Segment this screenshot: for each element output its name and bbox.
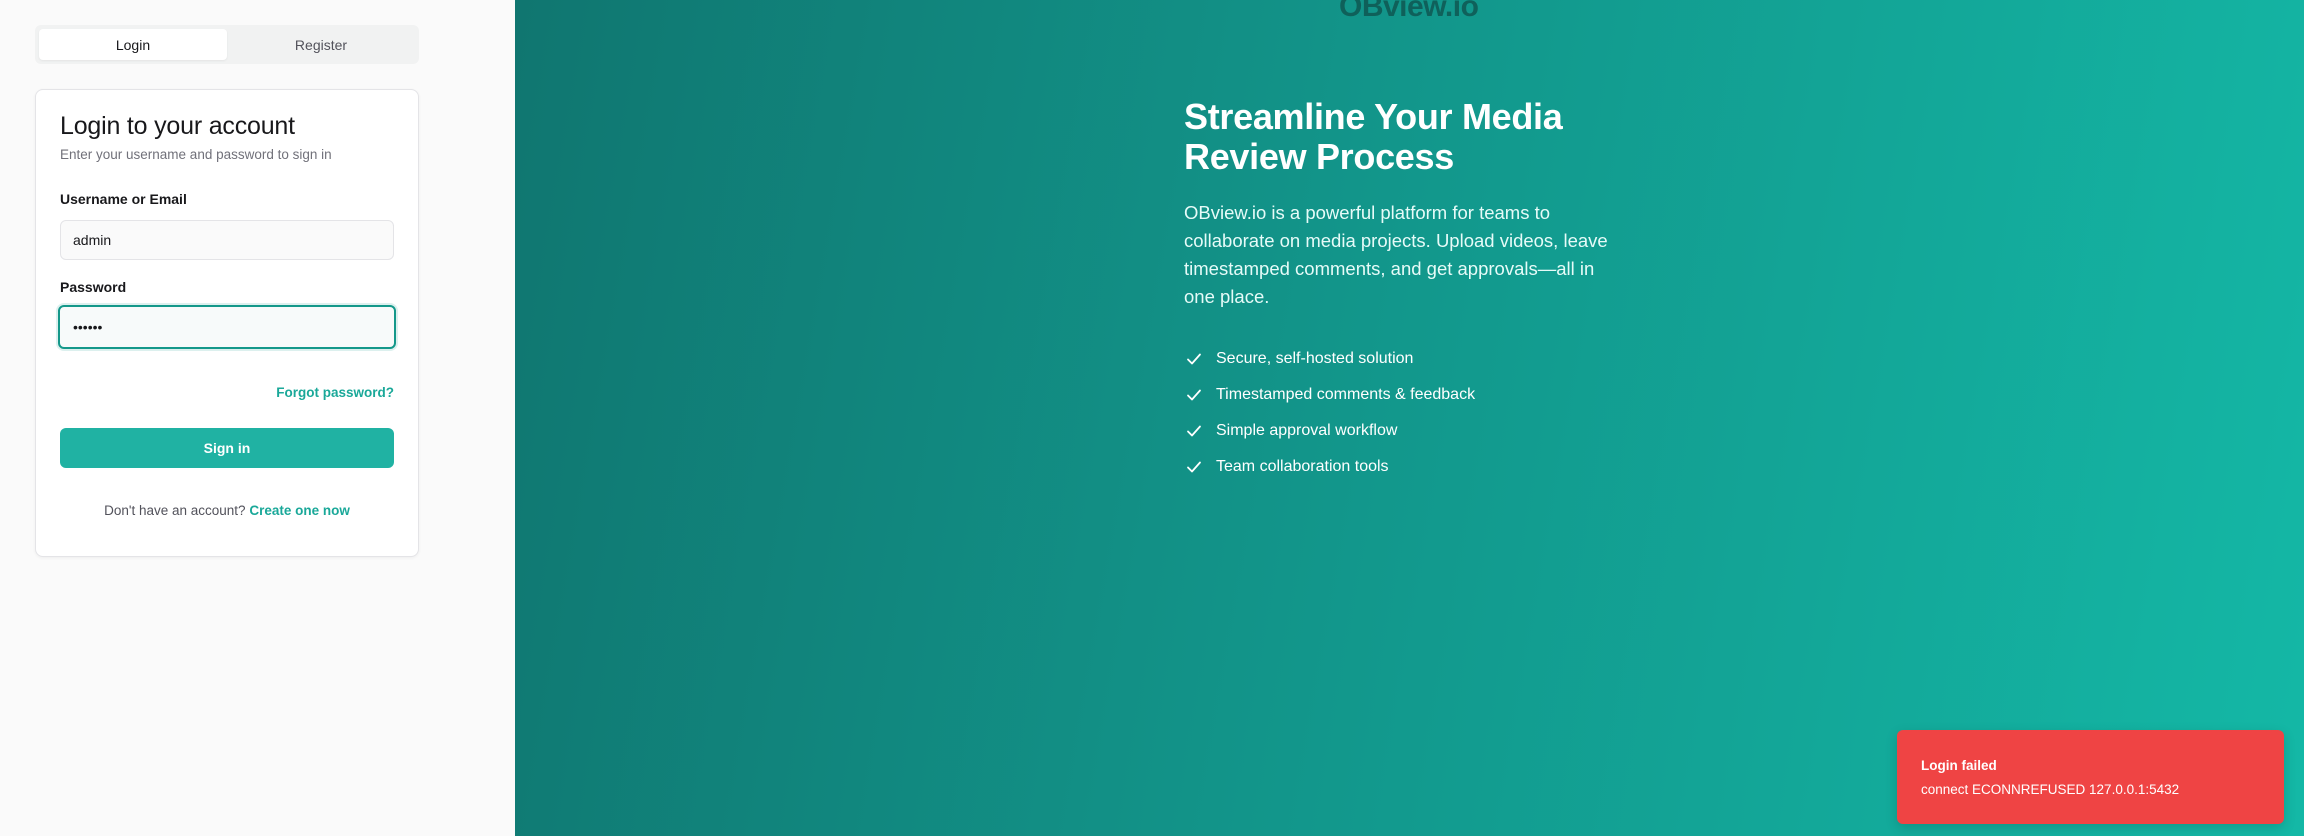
toast-message: connect ECONNREFUSED 127.0.0.1:5432 xyxy=(1921,782,2180,797)
feature-label: Team collaboration tools xyxy=(1216,458,1389,475)
create-account-link[interactable]: Create one now xyxy=(249,503,350,518)
hero-description: OBview.io is a powerful platform for tea… xyxy=(1184,202,1608,307)
username-label: Username or Email xyxy=(60,191,187,207)
error-toast[interactable]: Login failed connect ECONNREFUSED 127.0.… xyxy=(1897,730,2284,824)
sign-in-button[interactable]: Sign in xyxy=(60,428,394,468)
check-icon xyxy=(1187,353,1201,365)
feature-item: Simple approval workflow xyxy=(1184,413,1644,449)
hero-title: Streamline Your Media Review Process xyxy=(1184,97,1644,177)
check-icon xyxy=(1187,461,1201,473)
hero-panel: OBview.io Streamline Your Media Review P… xyxy=(515,0,2304,836)
tab-register[interactable]: Register xyxy=(227,29,415,60)
hero-title-line-2: Review Process xyxy=(1184,136,1454,177)
password-field[interactable] xyxy=(58,305,396,349)
toast-title: Login failed xyxy=(1921,758,1997,773)
forgot-password-link[interactable]: Forgot password? xyxy=(276,385,394,400)
feature-list: Secure, self-hosted solution Timestamped… xyxy=(1184,341,1644,485)
check-icon xyxy=(1187,425,1201,437)
feature-label: Simple approval workflow xyxy=(1216,422,1398,439)
login-subtitle: Enter your username and password to sign… xyxy=(60,147,332,162)
logo: OBview.io xyxy=(1339,0,1479,23)
password-label: Password xyxy=(60,279,127,295)
hero-content: Streamline Your Media Review Process OBv… xyxy=(1184,97,1644,485)
login-card: Login to your account Enter your usernam… xyxy=(35,89,419,557)
hero-title-line-1: Streamline Your Media xyxy=(1184,96,1563,137)
check-icon xyxy=(1187,389,1201,401)
tab-login[interactable]: Login xyxy=(39,29,227,60)
feature-item: Team collaboration tools xyxy=(1184,449,1644,485)
feature-label: Secure, self-hosted solution xyxy=(1216,350,1414,367)
auth-panel: Login Register Login to your account Ent… xyxy=(0,0,515,836)
login-title: Login to your account xyxy=(60,112,295,140)
register-prompt: Don't have an account? Create one now xyxy=(36,503,418,518)
feature-label: Timestamped comments & feedback xyxy=(1216,386,1476,403)
feature-item: Secure, self-hosted solution xyxy=(1184,341,1644,377)
auth-tabs: Login Register xyxy=(35,25,419,64)
feature-item: Timestamped comments & feedback xyxy=(1184,377,1644,413)
no-account-text: Don't have an account? xyxy=(104,503,246,518)
username-field[interactable] xyxy=(60,220,394,260)
